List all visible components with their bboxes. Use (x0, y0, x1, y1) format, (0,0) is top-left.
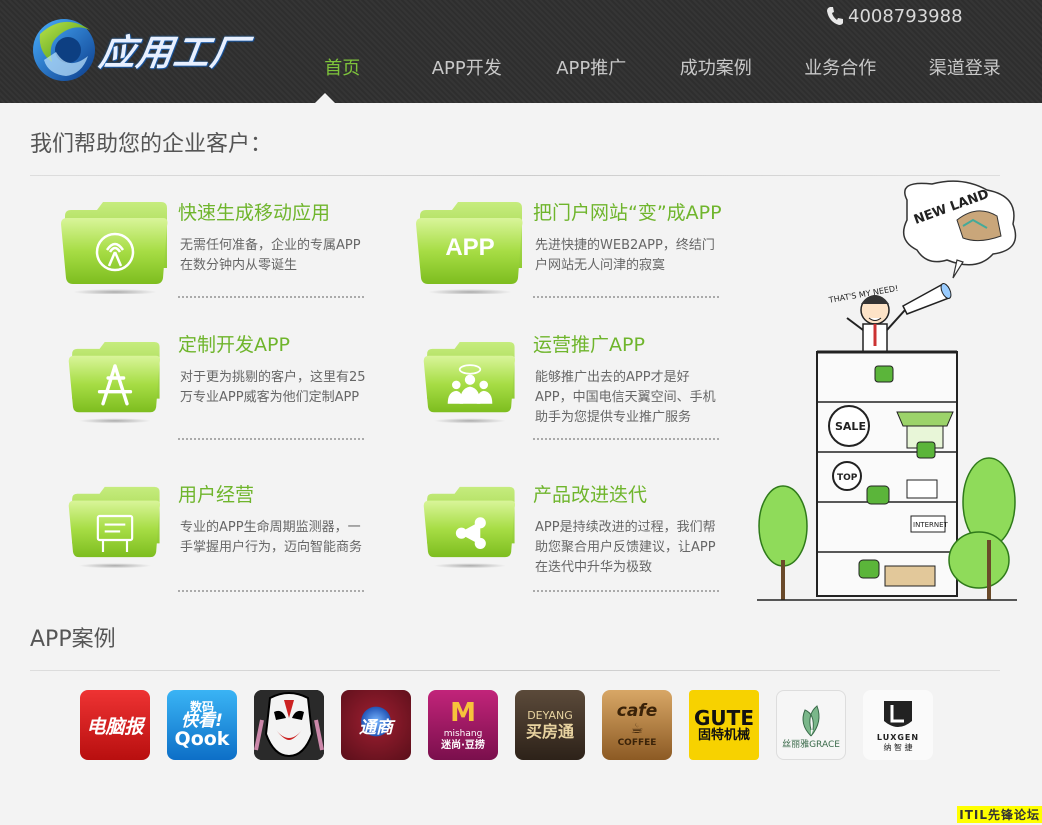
nav-channel-login[interactable]: 渠道登录 (903, 56, 1028, 82)
app-case-label: 电脑报 (86, 715, 144, 738)
feature-custom-dev[interactable]: 定制开发APP 对于更为挑剔的客户，这里有25万专业APP威客为他们定制APP (61, 330, 381, 440)
app-case-tongshang[interactable]: 通商 (341, 690, 411, 760)
folder-icon (68, 342, 160, 424)
dotted-divider (533, 296, 719, 298)
app-case-label: 纳 智 捷 (883, 743, 913, 752)
coffee-cup-icon: ☕ (630, 721, 644, 738)
phone-number: 4008793988 (826, 4, 963, 28)
feature-desc: 专业的APP生命周期监测器，一手掌握用户行为，迈向智能商务 (180, 520, 363, 555)
feature-desc: 先进快捷的WEB2APP，终结门户网站无人问津的寂寞 (535, 238, 715, 273)
phone-text: 4008793988 (848, 5, 963, 27)
app-case-mishang[interactable]: M mishang 迷尚·豆捞 (428, 690, 498, 760)
dotted-divider (533, 590, 719, 592)
feature-promotion[interactable]: 运营推广APP 能够推广出去的APP才是好APP，中国电信天翼空间、手机助手为您… (416, 330, 736, 440)
folder-icon (61, 202, 168, 294)
app-case-luxgen[interactable]: LUXGEN 纳 智 捷 (863, 690, 933, 760)
folder-icon (68, 486, 160, 569)
divider (30, 670, 1000, 671)
dotted-divider (533, 438, 719, 440)
logo[interactable]: 应用工厂 (30, 10, 265, 88)
app-case-label: 迷尚·豆捞 (441, 739, 485, 751)
app-case-label: DEYANG (527, 708, 573, 722)
app-case-label: GUTE (694, 705, 754, 730)
leaf-figure-icon (802, 704, 820, 736)
app-case-cafe[interactable]: cafe ☕ COFFEE (602, 690, 672, 760)
app-case-label: LUXGEN (876, 733, 920, 743)
dotted-divider (178, 438, 364, 440)
feature-title: 把门户网站“变”成APP (533, 202, 722, 224)
app-case-diannaobao[interactable]: 电脑报 (80, 690, 150, 760)
feature-title: 运营推广APP (533, 334, 645, 356)
feature-desc: 对于更为挑剔的客户，这里有25万专业APP威客为他们定制APP (180, 370, 366, 405)
page-heading: 我们帮助您的企业客户： (30, 132, 273, 157)
dotted-divider (178, 590, 364, 592)
svg-text:TOP: TOP (837, 473, 858, 483)
app-case-label: 买房通 (525, 722, 574, 741)
feature-desc: 能够推广出去的APP才是好APP，中国电信天翼空间、手机助手为您提供专业推广服务 (535, 370, 716, 425)
feature-quick-build[interactable]: 快速生成移动应用 无需任何准备，企业的专属APP在数分钟内从零诞生 (61, 198, 381, 308)
app-case-label: COFFEE (617, 738, 657, 749)
feature-iteration[interactable]: 产品改进迭代 APP是持续改进的过程，我们帮助您聚合用户反馈建议，让APP在迭代… (416, 480, 736, 592)
app-case-grace[interactable]: 丝丽雅GRACE (776, 690, 846, 760)
logo-text: 应用工厂 (96, 33, 251, 74)
feature-user-ops[interactable]: 用户经营 专业的APP生命周期监测器，一手掌握用户行为，迈向智能商务 (61, 480, 381, 592)
feature-desc: APP是持续改进的过程，我们帮助您聚合用户反馈建议，让APP在迭代中升华为极致 (535, 520, 716, 575)
divider (30, 175, 1000, 176)
crown-icon: M (450, 698, 476, 728)
nav-cases[interactable]: 成功案例 (654, 56, 779, 82)
nav-active-caret (315, 93, 335, 103)
feature-title: 快速生成移动应用 (178, 202, 331, 224)
folder-icon (423, 486, 515, 569)
feature-web2app[interactable]: APP 把门户网站“变”成APP 先进快捷的WEB2APP，终结门户网站无人问津… (416, 198, 736, 308)
svg-text:INTERNET: INTERNET (913, 521, 949, 529)
opera-mask-icon (254, 690, 324, 760)
phone-icon (827, 7, 843, 25)
nav-app-dev[interactable]: APP开发 (405, 56, 530, 82)
app-case-opera-mask[interactable] (254, 690, 324, 760)
app-case-label: cafe (616, 701, 658, 721)
nav-app-promo[interactable]: APP推广 (529, 56, 654, 82)
app-case-label: 固特机械 (697, 727, 750, 743)
feature-desc: 无需任何准备，企业的专属APP在数分钟内从零诞生 (180, 238, 361, 273)
feature-title: 产品改进迭代 (533, 484, 648, 506)
folder-icon (423, 342, 515, 424)
luxgen-logo-icon (884, 701, 912, 728)
feature-title: 用户经营 (178, 484, 255, 506)
feature-title: 定制开发APP (178, 334, 290, 356)
app-case-qook[interactable]: 数码 快看! Qook (167, 690, 237, 760)
nav-cooperation[interactable]: 业务合作 (778, 56, 903, 82)
cartoon-building-illustration: NEW LAND THAT'S MY NEED! SALE TOP INTERN… (757, 180, 1017, 601)
app-case-deyang[interactable]: DEYANG 买房通 (515, 690, 585, 760)
app-case-label: mishang (443, 729, 483, 740)
app-case-label: 通商 (359, 717, 393, 738)
app-case-label: Qook (174, 728, 230, 750)
logo-mark-icon (33, 19, 95, 81)
app-text-icon: APP (445, 234, 495, 261)
app-case-gute[interactable]: GUTE 固特机械 (689, 690, 759, 760)
site-header: 应用工厂 4008793988 首页 APP开发 APP推广 成功案例 业务合作… (0, 0, 1042, 103)
main-nav: 首页 APP开发 APP推广 成功案例 业务合作 渠道登录 (280, 56, 1027, 82)
svg-text:SALE: SALE (835, 420, 866, 433)
app-case-label: 丝丽雅GRACE (782, 739, 840, 750)
nav-home[interactable]: 首页 (280, 56, 405, 82)
app-case-list: 电脑报 数码 快看! Qook 通商 M mishang 迷尚·豆捞 DEYAN… (80, 690, 933, 760)
dotted-divider (178, 296, 364, 298)
cases-heading: APP案例 (30, 627, 116, 652)
watermark: ITIL先锋论坛 (957, 806, 1042, 823)
